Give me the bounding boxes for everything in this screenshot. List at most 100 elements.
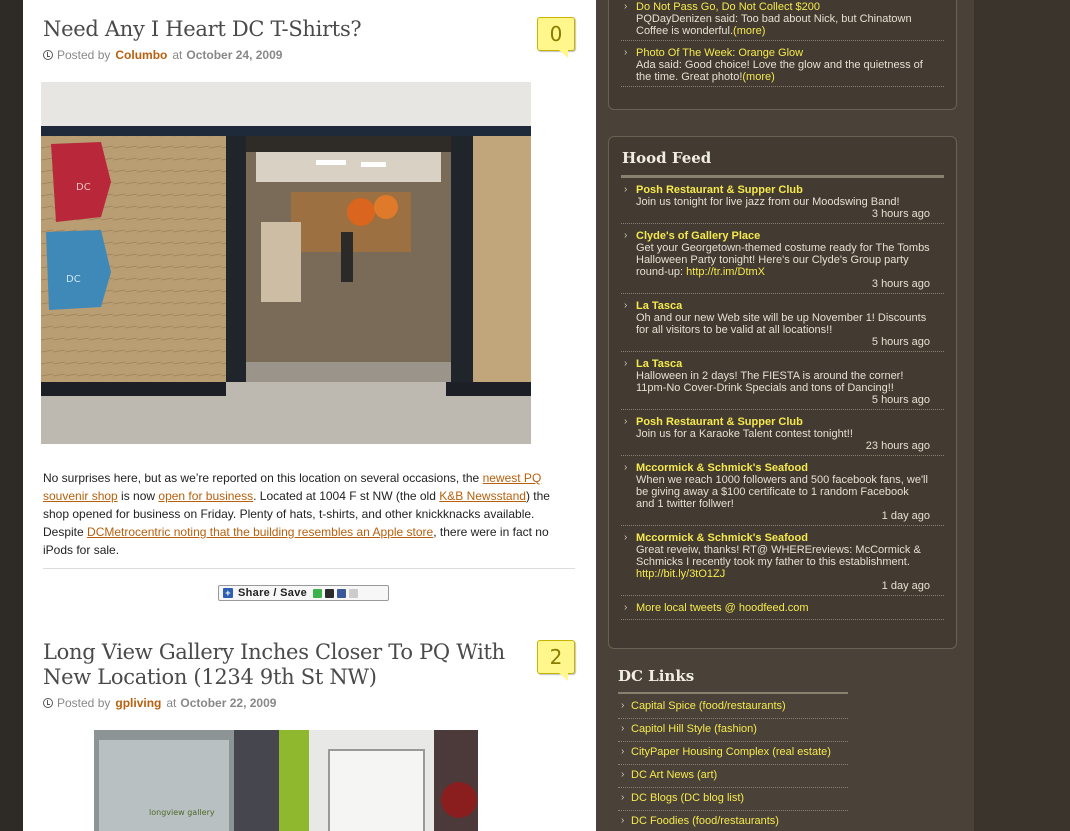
- posted-by-label: Posted by: [57, 48, 111, 62]
- post-photo-storefront[interactable]: DC DC: [41, 82, 531, 444]
- kb-newsstand-link[interactable]: K&B Newsstand: [439, 489, 526, 503]
- comment-item: › Do Not Pass Go, Do Not Collect $200 PQ…: [621, 0, 944, 41]
- posted-by-label: Posted by: [57, 696, 111, 710]
- post-divider: [43, 568, 575, 569]
- post-date: October 22, 2009: [180, 696, 277, 710]
- feed-item-name[interactable]: La Tasca: [636, 358, 930, 370]
- dc-link-item[interactable]: › DC Blogs (DC blog list): [618, 788, 848, 811]
- feed-item: › La Tasca Halloween in 2 days! The FIES…: [621, 352, 944, 410]
- sidebar: › Do Not Pass Go, Do Not Collect $200 PQ…: [596, 0, 974, 831]
- more-link[interactable]: (more): [733, 25, 765, 37]
- facebook-share-icon: [337, 588, 347, 598]
- feed-item-time: 1 day ago: [881, 580, 930, 592]
- shirt-print-blue: DC: [66, 274, 81, 285]
- more-share-icon: [349, 588, 359, 598]
- email-share-icon: [313, 588, 323, 598]
- comment-count-badge[interactable]: 2: [537, 640, 575, 681]
- post-2: Long View Gallery Inches Closer To PQ Wi…: [43, 640, 575, 710]
- post-body-text: . Located at 1004 F st NW (the old: [253, 489, 440, 503]
- post-body-text: is now: [117, 489, 159, 503]
- feed-item-name[interactable]: La Tasca: [636, 300, 930, 312]
- comment-post-link[interactable]: Do Not Pass Go, Do Not Collect $200: [636, 1, 930, 13]
- arrow-icon: ›: [624, 358, 628, 369]
- right-background-strip: [974, 0, 1070, 831]
- feed-item-link[interactable]: http://bit.ly/3tO1ZJ: [636, 568, 725, 580]
- comment-excerpt: PQDayDenizen said: Too bad about Nick, b…: [636, 13, 912, 37]
- gallery-sign: longview gallery: [149, 808, 215, 817]
- feed-more-item: › More local tweets @ hoodfeed.com: [621, 596, 944, 620]
- clock-icon: [43, 698, 53, 708]
- shirt-print-red: DC: [76, 182, 91, 193]
- post-photo-gallery[interactable]: longview gallery: [94, 730, 478, 831]
- arrow-icon: ›: [624, 184, 628, 195]
- at-label: at: [166, 696, 177, 710]
- widget-rule: [618, 692, 848, 694]
- hood-feed-widget: Hood Feed › Posh Restaurant & Supper Clu…: [608, 136, 957, 649]
- dc-link-label[interactable]: Capital Spice (food/restaurants): [631, 700, 786, 712]
- arrow-icon: ›: [621, 700, 625, 711]
- clock-icon: [43, 50, 53, 60]
- post-title[interactable]: Long View Gallery Inches Closer To PQ Wi…: [43, 640, 533, 690]
- dc-link-label[interactable]: CityPaper Housing Complex (real estate): [631, 746, 831, 758]
- feed-item-name[interactable]: Posh Restaurant & Supper Club: [636, 184, 930, 196]
- dc-link-label[interactable]: DC Foodies (food/restaurants): [631, 815, 779, 827]
- dc-link-item[interactable]: › CityPaper Housing Complex (real estate): [618, 742, 848, 765]
- arrow-icon: ›: [624, 602, 628, 613]
- comment-item: › Photo Of The Week: Orange Glow Ada sai…: [621, 41, 944, 87]
- feed-item-time: 5 hours ago: [871, 394, 930, 406]
- feed-item: › Clyde's of Gallery Place Get your Geor…: [621, 224, 944, 294]
- arrow-icon: ›: [624, 416, 628, 427]
- left-background-strip: [0, 0, 23, 831]
- arrow-icon: ›: [624, 300, 628, 311]
- feed-item-text: Join us tonight for live jazz from our M…: [636, 196, 900, 208]
- feed-item: › Posh Restaurant & Supper Club Join us …: [621, 410, 944, 456]
- feed-item: › Posh Restaurant & Supper Club Join us …: [621, 178, 944, 224]
- dcmetrocentric-link[interactable]: DCMetrocentric noting that the building …: [87, 525, 433, 539]
- dc-link-label[interactable]: DC Art News (art): [631, 769, 717, 781]
- dc-link-label[interactable]: Capitol Hill Style (fashion): [631, 723, 757, 735]
- main-content: Need Any I Heart DC T-Shirts? Posted by …: [23, 0, 596, 831]
- feed-item-name[interactable]: Clyde's of Gallery Place: [636, 230, 930, 242]
- arrow-icon: ›: [621, 746, 625, 757]
- open-for-business-link[interactable]: open for business: [158, 489, 253, 503]
- post-body: No surprises here, but as we’re reported…: [43, 469, 575, 559]
- at-label: at: [172, 48, 183, 62]
- arrow-icon: ›: [621, 769, 625, 780]
- comment-post-link[interactable]: Photo Of The Week: Orange Glow: [636, 47, 930, 59]
- post-1: Need Any I Heart DC T-Shirts? Posted by …: [43, 17, 575, 62]
- feed-item: › La Tasca Oh and our new Web site will …: [621, 294, 944, 352]
- arrow-icon: ›: [621, 792, 625, 803]
- feed-item-name[interactable]: Mccormick & Schmick's Seafood: [636, 532, 930, 544]
- share-save-button[interactable]: + Share / Save: [218, 585, 389, 601]
- post-title[interactable]: Need Any I Heart DC T-Shirts?: [43, 17, 513, 42]
- storefront-photo-graphic: DC DC: [41, 82, 531, 444]
- dc-link-item[interactable]: › DC Foodies (food/restaurants): [618, 811, 848, 831]
- recent-comments-widget: › Do Not Pass Go, Do Not Collect $200 PQ…: [608, 0, 957, 110]
- dc-link-item[interactable]: › Capital Spice (food/restaurants): [618, 696, 848, 719]
- arrow-icon: ›: [624, 532, 628, 543]
- dc-link-item[interactable]: › Capitol Hill Style (fashion): [618, 719, 848, 742]
- more-link[interactable]: (more): [742, 71, 774, 83]
- more-local-tweets-link[interactable]: More local tweets @ hoodfeed.com: [636, 602, 809, 614]
- plus-icon: +: [223, 588, 233, 598]
- arrow-icon: ›: [624, 462, 628, 473]
- dc-link-item[interactable]: › DC Art News (art): [618, 765, 848, 788]
- post-author-link[interactable]: gpliving: [115, 696, 161, 710]
- post-body-text: No surprises here, but as we’re reported…: [43, 471, 483, 485]
- post-meta: Posted by gpliving at October 22, 2009: [43, 696, 575, 710]
- feed-item-link[interactable]: http://tr.im/DtmX: [686, 266, 765, 278]
- arrow-icon: ›: [624, 47, 628, 58]
- feed-item-time: 3 hours ago: [871, 278, 930, 290]
- dc-link-label[interactable]: DC Blogs (DC blog list): [631, 792, 744, 804]
- post-author-link[interactable]: Columbo: [115, 48, 167, 62]
- feed-item-time: 23 hours ago: [865, 440, 930, 452]
- arrow-icon: ›: [621, 723, 625, 734]
- feed-item-time: 1 day ago: [881, 510, 930, 522]
- feed-item-text: When we reach 1000 followers and 500 fac…: [636, 474, 928, 510]
- feed-item-name[interactable]: Mccormick & Schmick's Seafood: [636, 462, 930, 474]
- feed-item-name[interactable]: Posh Restaurant & Supper Club: [636, 416, 930, 428]
- dc-links-title: DC Links: [618, 667, 695, 685]
- feed-item: › Mccormick & Schmick's Seafood When we …: [621, 456, 944, 526]
- feed-item-text: Get your Georgetown-themed costume ready…: [636, 242, 930, 278]
- comment-count-badge[interactable]: 0: [537, 17, 575, 58]
